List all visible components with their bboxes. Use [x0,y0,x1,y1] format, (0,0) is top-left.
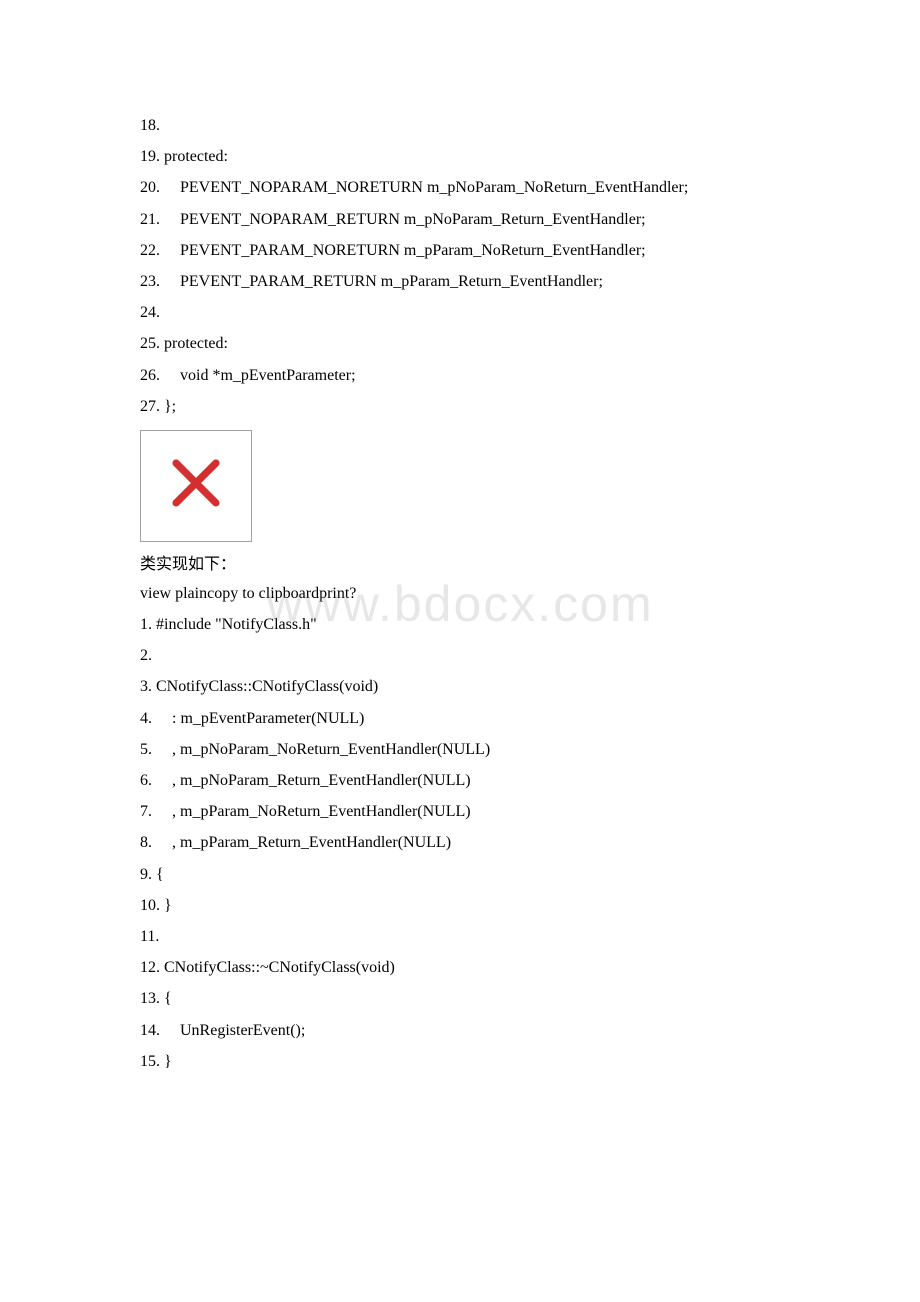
code-line: 15. } [140,1046,780,1077]
code-line: 23. PEVENT_PARAM_RETURN m_pParam_Return_… [140,266,780,297]
document-page: www.bdocx.com 18.19. protected:20. PEVEN… [0,0,920,1157]
code-line: 10. } [140,890,780,921]
section-caption: 类实现如下： [140,550,780,580]
code-line: 8. , m_pParam_Return_EventHandler(NULL) [140,827,780,858]
close-icon [167,454,225,517]
code-line: 18. [140,110,780,141]
code-line: 11. [140,921,780,952]
code-line: 27. }; [140,391,780,422]
code-line: 7. , m_pParam_NoReturn_EventHandler(NULL… [140,796,780,827]
code-line: 26. void *m_pEventParameter; [140,360,780,391]
code-line: 25. protected: [140,328,780,359]
code-line: 12. CNotifyClass::~CNotifyClass(void) [140,952,780,983]
code-line: 4. : m_pEventParameter(NULL) [140,703,780,734]
code-toolbar-text: view plaincopy to clipboardprint? [140,579,780,609]
code-line: 24. [140,297,780,328]
code-line: 3. CNotifyClass::CNotifyClass(void) [140,671,780,702]
code-line: 2. [140,640,780,671]
code-line: 9. { [140,859,780,890]
code-line: 22. PEVENT_PARAM_NORETURN m_pParam_NoRet… [140,235,780,266]
code-line: 14. UnRegisterEvent(); [140,1015,780,1046]
code-line: 21. PEVENT_NOPARAM_RETURN m_pNoParam_Ret… [140,204,780,235]
code-line: 6. , m_pNoParam_Return_EventHandler(NULL… [140,765,780,796]
missing-image-placeholder [140,430,252,542]
code-line: 5. , m_pNoParam_NoReturn_EventHandler(NU… [140,734,780,765]
code-line: 1. #include "NotifyClass.h" [140,609,780,640]
code-line: 20. PEVENT_NOPARAM_NORETURN m_pNoParam_N… [140,172,780,203]
code-block-2: 1. #include "NotifyClass.h"2.3. CNotifyC… [140,609,780,1077]
code-block-1: 18.19. protected:20. PEVENT_NOPARAM_NORE… [140,110,780,422]
code-line: 19. protected: [140,141,780,172]
code-line: 13. { [140,983,780,1014]
